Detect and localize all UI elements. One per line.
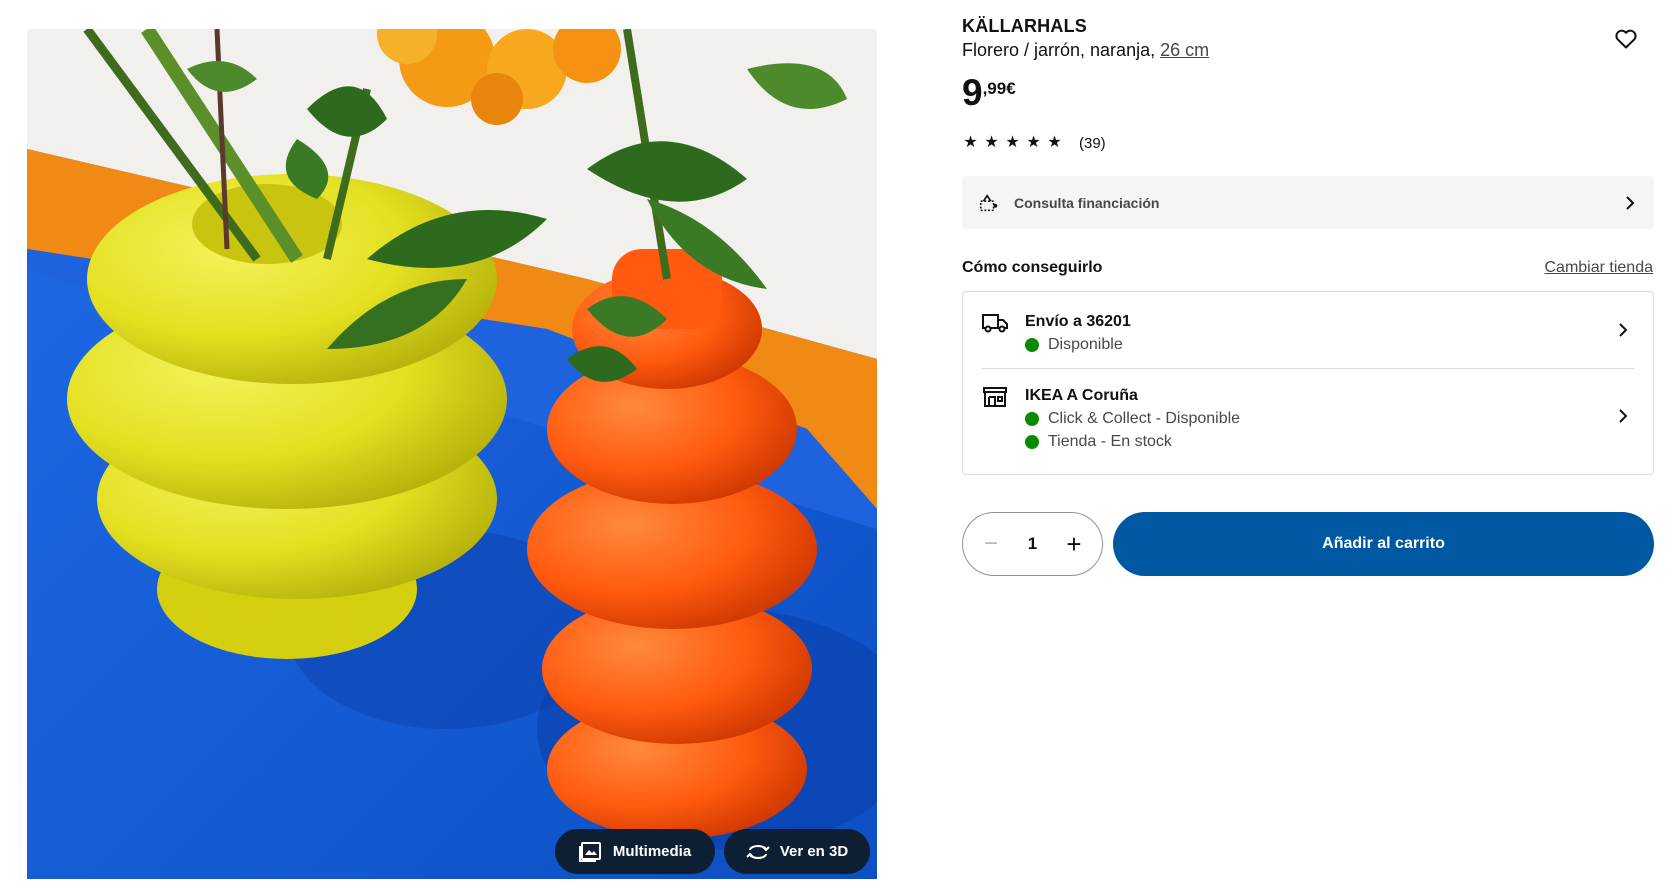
- in-store-status: Tienda - En stock: [1025, 431, 1240, 453]
- star-icon: ★: [1047, 134, 1062, 151]
- in-store-label: Tienda - En stock: [1048, 433, 1172, 450]
- star-icon: ★: [963, 134, 978, 151]
- view-3d-label: Ver en 3D: [779, 843, 849, 860]
- shipping-title: Envío a 36201: [1025, 313, 1131, 330]
- decrease-quantity-button[interactable]: −: [979, 530, 1003, 558]
- shipping-text: Envío a 36201 Disponible: [1025, 311, 1131, 356]
- favorite-button[interactable]: [1611, 24, 1641, 54]
- status-dot: [1025, 338, 1039, 352]
- gallery-icon: [578, 841, 601, 862]
- truck-icon: [982, 314, 1008, 333]
- click-collect-status: Click & Collect - Disponible: [1025, 408, 1240, 430]
- increase-quantity-button[interactable]: +: [1062, 529, 1086, 560]
- multimedia-label: Multimedia: [612, 843, 692, 860]
- status-dot: [1025, 412, 1039, 426]
- store-text: IKEA A Coruña Click & Collect - Disponib…: [1025, 385, 1240, 453]
- price-decimal: ,99€: [982, 79, 1016, 98]
- availability-title: Cómo conseguirlo: [962, 259, 1103, 276]
- star-icon: ★: [1005, 134, 1020, 151]
- star-icon: ★: [1026, 134, 1041, 151]
- quantity-stepper: − 1 +: [962, 512, 1103, 576]
- quantity-value[interactable]: 1: [1013, 534, 1053, 554]
- store-title: IKEA A Coruña: [1025, 387, 1138, 404]
- price-integer: 9: [962, 72, 983, 113]
- product-image[interactable]: Multimedia Ver en 3D: [27, 29, 877, 879]
- product-name: KÄLLARHALS: [962, 16, 1087, 36]
- status-dot: [1025, 435, 1039, 449]
- product-photo: [27, 29, 877, 879]
- price: 9 ,99€: [962, 72, 1016, 114]
- view-3d-button[interactable]: Ver en 3D: [724, 829, 870, 874]
- rotate-3d-icon: [746, 844, 770, 859]
- multimedia-button[interactable]: Multimedia: [555, 829, 715, 874]
- add-to-cart-button[interactable]: Añadir al carrito: [1113, 512, 1654, 576]
- change-store-link[interactable]: Cambiar tienda: [1545, 259, 1654, 277]
- chevron-right-icon: [1619, 409, 1628, 423]
- shipping-status: Disponible: [1025, 334, 1131, 356]
- financing-label: Consulta financiación: [1014, 194, 1160, 211]
- heart-outline-icon: [1615, 29, 1637, 49]
- divider: [981, 368, 1635, 369]
- store-icon: [983, 387, 1007, 407]
- review-count: (39): [1079, 134, 1106, 152]
- star-icon: ★: [984, 134, 999, 151]
- chevron-right-icon: [1619, 323, 1628, 337]
- size-link[interactable]: 26 cm: [1160, 40, 1209, 60]
- product-description: Florero / jarrón, naranja, 26 cm: [962, 38, 1654, 62]
- product-info: KÄLLARHALS Florero / jarrón, naranja, 26…: [962, 14, 1654, 62]
- financing-icon: [979, 193, 998, 211]
- store-option[interactable]: IKEA A Coruña Click & Collect - Disponib…: [963, 385, 1653, 465]
- financing-button[interactable]: Consulta financiación: [962, 176, 1654, 229]
- click-collect-label: Click & Collect - Disponible: [1048, 410, 1241, 427]
- product-description-text: Florero / jarrón, naranja,: [962, 40, 1161, 60]
- shipping-option[interactable]: Envío a 36201 Disponible: [963, 311, 1653, 369]
- chevron-right-icon: [1626, 195, 1635, 210]
- availability-box: Envío a 36201 Disponible IKEA A Coruña C…: [962, 291, 1654, 475]
- rating[interactable]: ★ ★ ★ ★ ★ (39): [962, 134, 1106, 152]
- shipping-status-label: Disponible: [1048, 336, 1123, 353]
